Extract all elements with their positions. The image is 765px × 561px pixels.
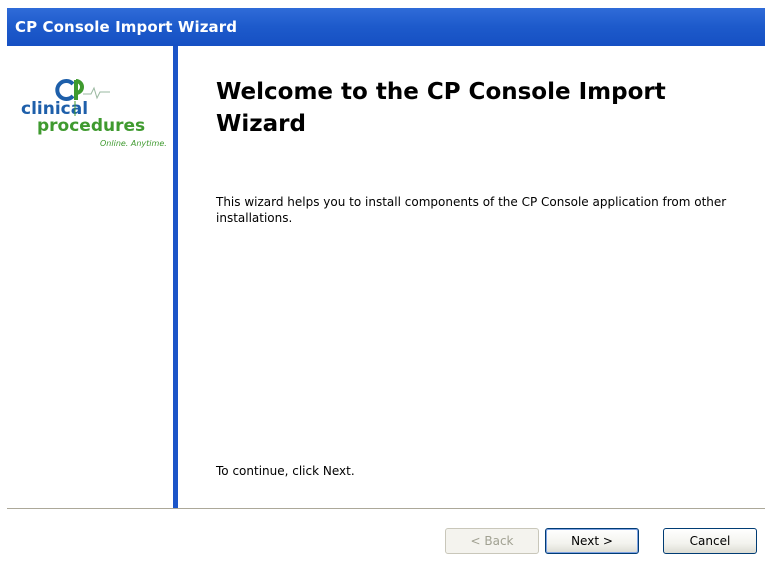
title-bar[interactable]: CP Console Import Wizard [7,8,765,46]
logo-brand-line2: procedures [37,116,145,136]
logo-tagline: Online. Anytime. [100,139,167,148]
page-title: Welcome to the CP Console Import Wizard [216,79,666,137]
continue-hint: To continue, click Next. [216,464,355,478]
intro-text: This wizard helps you to install compone… [216,195,727,225]
clinical-procedures-logo: clinical procedures Online. Anytime. [21,79,167,148]
wizard-content: Welcome to the CP Console Import Wizard … [178,46,765,508]
cancel-button[interactable]: Cancel [663,528,757,554]
wizard-window: CP Console Import Wizard clinical proced… [0,0,765,561]
next-button[interactable]: Next > [545,528,639,554]
cp-mark-icon [55,79,110,101]
button-bar [7,510,765,561]
back-button[interactable]: < Back [445,528,539,554]
window-title: CP Console Import Wizard [15,18,238,36]
wizard-sidebar: clinical procedures Online. Anytime. [7,46,175,508]
